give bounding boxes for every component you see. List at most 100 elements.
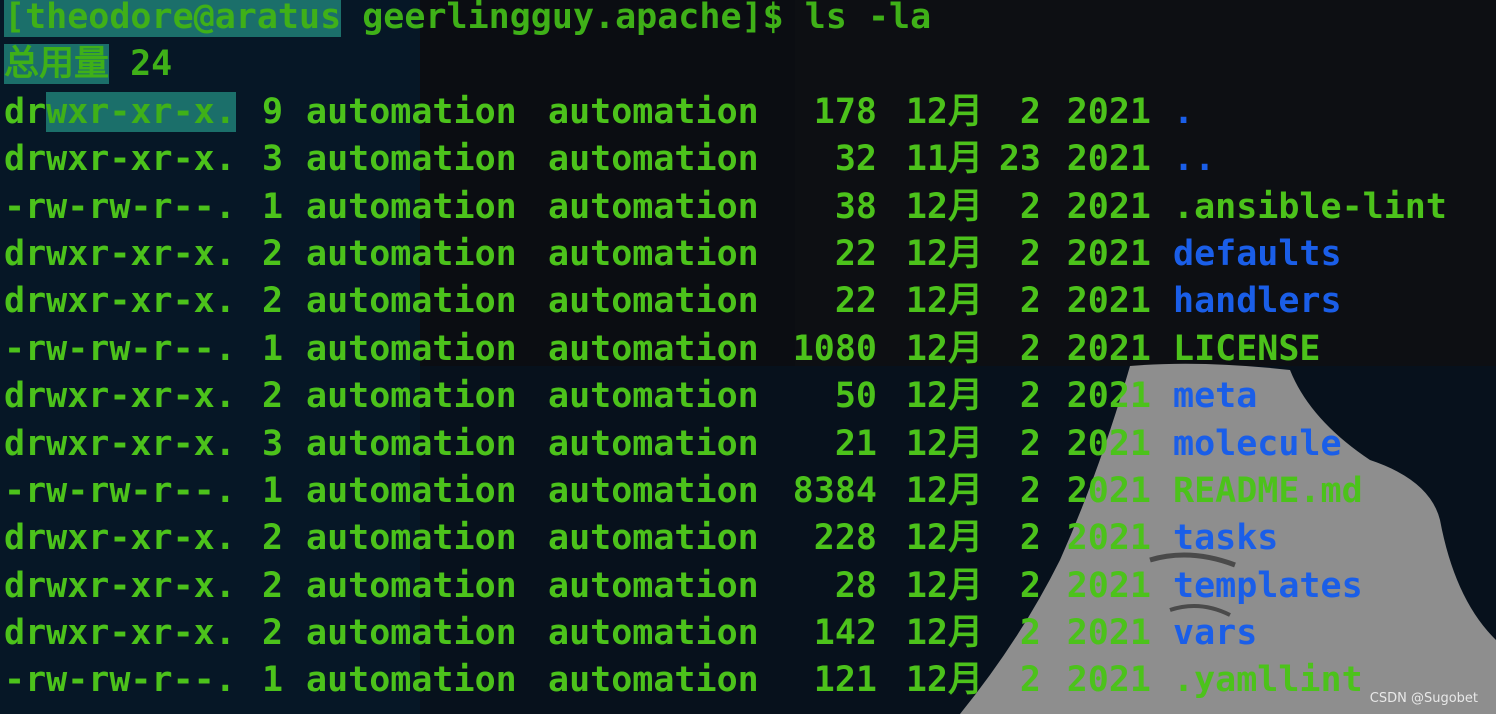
- links-cell: 1: [262, 186, 284, 227]
- size-cell: 28: [834, 565, 877, 606]
- size-cell: 22: [834, 281, 877, 322]
- terminal-output: [theodore@aratus geerlingguy.apache]$ ls…: [4, 0, 1447, 705]
- month-cell: 12月: [905, 376, 983, 417]
- filename-cell: defaults: [1173, 233, 1342, 274]
- owner-cell: automation: [306, 186, 517, 227]
- permissions-cell: -rw-rw-r--.: [4, 186, 236, 227]
- size-cell: 121: [813, 660, 877, 701]
- owner-cell: automation: [306, 91, 517, 132]
- group-cell: automation: [548, 518, 759, 559]
- listing-row: drwxr-xr-x. 2 automation automation 142 12月 2 2…: [4, 610, 1447, 657]
- month-cell: 12月: [905, 186, 983, 227]
- permissions-cell: drwxr-xr-x.: [4, 565, 236, 606]
- filename-cell: .: [1173, 91, 1195, 132]
- terminal-window[interactable]: [theodore@aratus geerlingguy.apache]$ ls…: [0, 0, 1496, 714]
- year-cell: 2021: [1066, 518, 1151, 559]
- listing-row: drwxr-xr-x. 3 automation automation 32 11月 23 2…: [4, 136, 1447, 183]
- permissions-cell: drwxr-xr-x.: [4, 233, 236, 274]
- size-cell: 22: [834, 233, 877, 274]
- listing-row: drwxr-xr-x. 2 automation automation 228 12月 2 2…: [4, 515, 1447, 562]
- total-line: 总用量 24: [4, 41, 1447, 88]
- listing-row: drwxr-xr-x. 2 automation automation 22 12月 2 20…: [4, 278, 1447, 325]
- day-cell: 2: [1019, 518, 1041, 559]
- month-cell: 12月: [905, 233, 983, 274]
- year-cell: 2021: [1066, 565, 1151, 606]
- day-cell: 2: [1019, 186, 1041, 227]
- filename-cell: README.md: [1173, 470, 1363, 511]
- size-cell: 21: [834, 423, 877, 464]
- owner-cell: automation: [306, 660, 517, 701]
- size-cell: 142: [813, 613, 877, 654]
- filename-cell: ..: [1173, 139, 1216, 180]
- year-cell: 2021: [1066, 91, 1151, 132]
- group-cell: automation: [548, 613, 759, 654]
- prompt-rest: geerlingguy.apache]$ ls -la: [341, 0, 932, 37]
- owner-cell: automation: [306, 423, 517, 464]
- owner-cell: automation: [306, 565, 517, 606]
- year-cell: 2021: [1066, 660, 1151, 701]
- filename-cell: meta: [1173, 376, 1258, 417]
- day-cell: 2: [1019, 613, 1041, 654]
- listing-row: -rw-rw-r--. 1 automation automation 8384 12月 2…: [4, 468, 1447, 515]
- month-cell: 12月: [905, 660, 983, 701]
- size-cell: 228: [813, 518, 877, 559]
- filename-cell: LICENSE: [1173, 328, 1321, 369]
- group-cell: automation: [548, 660, 759, 701]
- group-cell: automation: [548, 423, 759, 464]
- size-cell: 32: [834, 139, 877, 180]
- day-cell: 23: [998, 139, 1041, 180]
- month-cell: 12月: [905, 565, 983, 606]
- listing-row: drwxr-xr-x. 2 automation automation 50 12月 2 20…: [4, 373, 1447, 420]
- month-cell: 12月: [905, 423, 983, 464]
- size-cell: 38: [834, 186, 877, 227]
- links-cell: 2: [262, 613, 284, 654]
- year-cell: 2021: [1066, 139, 1151, 180]
- links-cell: 2: [262, 518, 284, 559]
- links-cell: 1: [262, 660, 284, 701]
- size-cell: 1080: [792, 328, 877, 369]
- listing-row: drwxr-xr-x. 2 automation automation 22 12月 2 20…: [4, 231, 1447, 278]
- year-cell: 2021: [1066, 281, 1151, 322]
- csdn-watermark: CSDN @Sugobet: [1369, 691, 1478, 706]
- owner-cell: automation: [306, 328, 517, 369]
- permissions-cell: drwxr-xr-x.: [4, 423, 236, 464]
- owner-cell: automation: [306, 139, 517, 180]
- filename-cell: templates: [1173, 565, 1363, 606]
- day-cell: 2: [1019, 660, 1041, 701]
- month-cell: 11月: [905, 139, 983, 180]
- owner-cell: automation: [306, 613, 517, 654]
- day-cell: 2: [1019, 565, 1041, 606]
- total-label: 总用量: [4, 44, 110, 85]
- selected-prompt-prefix: [theodore@aratus: [4, 0, 342, 37]
- year-cell: 2021: [1066, 233, 1151, 274]
- group-cell: automation: [548, 565, 759, 606]
- permissions-cell: drwxr-xr-x.: [4, 518, 236, 559]
- group-cell: automation: [548, 139, 759, 180]
- owner-cell: automation: [306, 518, 517, 559]
- year-cell: 2021: [1066, 613, 1151, 654]
- links-cell: 1: [262, 470, 284, 511]
- owner-cell: automation: [306, 470, 517, 511]
- listing-row: drwxr-xr-x. 3 automation automation 21 12月 2 20…: [4, 421, 1447, 468]
- links-cell: 3: [262, 423, 284, 464]
- size-cell: 50: [834, 376, 877, 417]
- filename-cell: handlers: [1173, 281, 1342, 322]
- command-prompt-line: [theodore@aratus geerlingguy.apache]$ ls…: [4, 0, 1447, 41]
- listing-row: drwxr-xr-x. 2 automation automation 28 12月 2 20…: [4, 563, 1447, 610]
- permissions-cell: drwxr-xr-x.: [4, 91, 236, 132]
- owner-cell: automation: [306, 233, 517, 274]
- year-cell: 2021: [1066, 423, 1151, 464]
- day-cell: 2: [1019, 328, 1041, 369]
- year-cell: 2021: [1066, 328, 1151, 369]
- links-cell: 2: [262, 233, 284, 274]
- month-cell: 12月: [905, 518, 983, 559]
- group-cell: automation: [548, 91, 759, 132]
- day-cell: 2: [1019, 91, 1041, 132]
- permissions-cell: drwxr-xr-x.: [4, 613, 236, 654]
- links-cell: 2: [262, 565, 284, 606]
- day-cell: 2: [1019, 233, 1041, 274]
- group-cell: automation: [548, 328, 759, 369]
- group-cell: automation: [548, 186, 759, 227]
- filename-cell: .yamllint: [1173, 660, 1363, 701]
- owner-cell: automation: [306, 376, 517, 417]
